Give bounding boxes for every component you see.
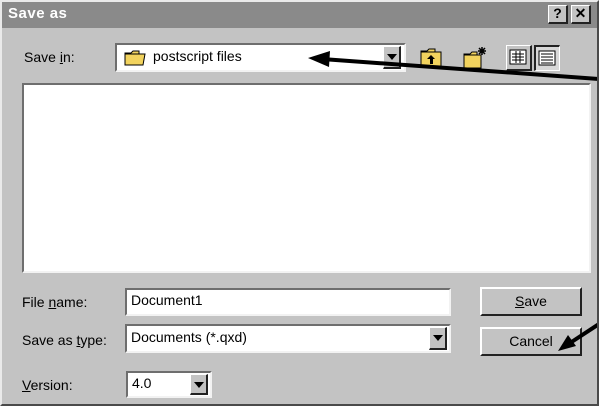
arrow-to-save-in [308, 51, 597, 81]
annotation-arrows [308, 51, 597, 351]
save-as-dialog: Save as ? ✕ Save in: postscript files Fi… [0, 0, 599, 406]
arrow-to-cancel [558, 322, 597, 351]
